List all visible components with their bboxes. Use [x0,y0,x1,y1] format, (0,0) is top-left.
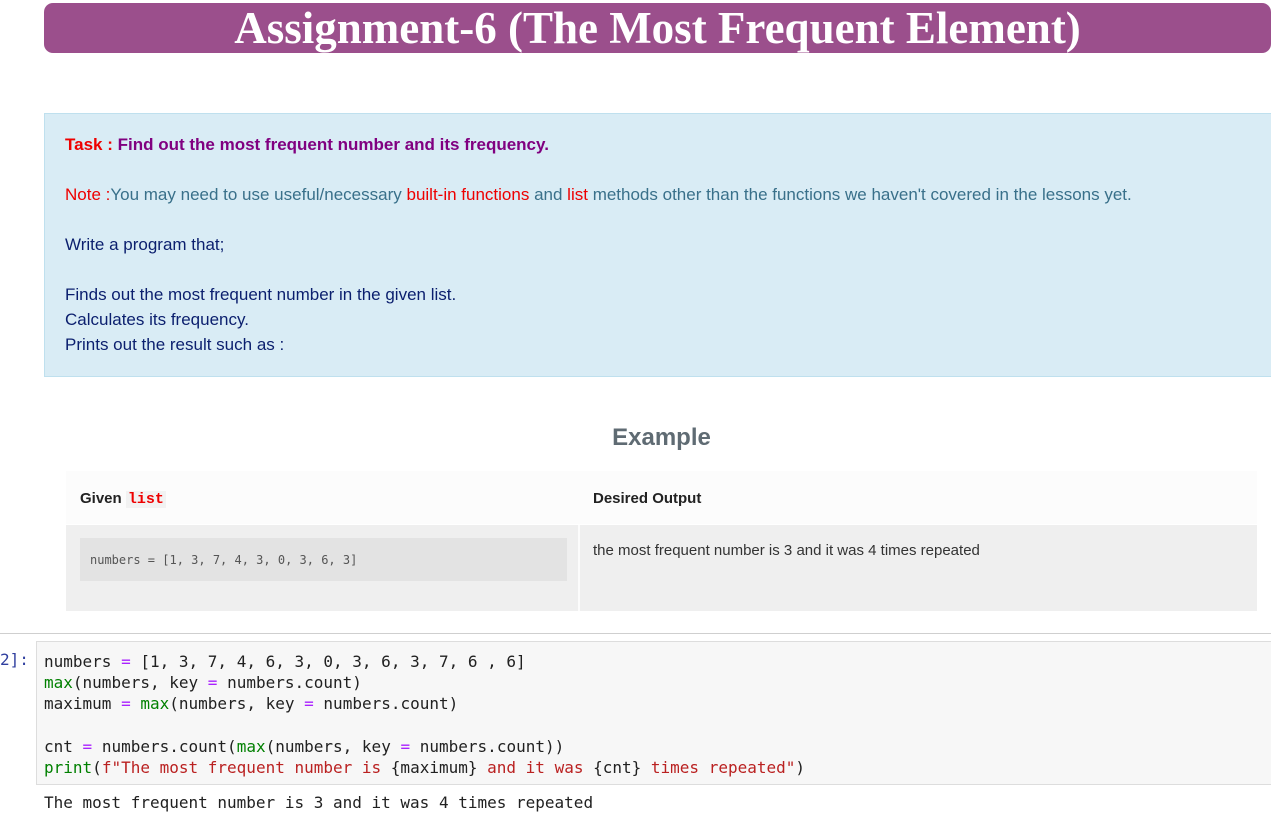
note-line: Note :You may need to use useful/necessa… [65,185,1132,205]
code-operator: = [400,737,411,756]
note-text-1: You may need to use useful/necessary [110,185,402,204]
code-token: ( [92,758,102,777]
code-builtin: print [44,758,93,777]
write-program-line: Write a program that; [65,235,225,254]
code-operator: = [82,737,93,756]
note-text-3: methods other than the functions we have… [592,185,1132,204]
code-operator: = [121,694,131,713]
code-token: (numbers, key [169,694,295,713]
code-string: f"The most frequent number is [101,758,391,777]
code-fstring-var: {cnt} [593,758,642,777]
cell-separator [0,633,1271,634]
code-builtin: max [236,737,266,756]
code-operator: = [304,694,314,713]
code-line: numbers = [1, 3, 7, 4, 6, 3, 0, 3, 6, 3,… [44,651,526,672]
code-builtin: max [44,673,73,692]
code-line: print(f"The most frequent number is {max… [44,757,805,778]
example-table-header: Given list Desired Output [66,471,1257,524]
assignment-title-banner: Assignment-6 (The Most Frequent Element) [44,3,1271,53]
code-line: maximum = max(numbers, key = numbers.cou… [44,693,458,714]
column-divider [578,525,580,611]
step-item: Finds out the most frequent number in th… [65,285,457,304]
code-token: numbers.count)) [419,737,565,756]
step-item: Prints out the result such as : [65,335,285,354]
note-label: Note : [65,185,111,204]
code-token: [1, 3, 7, 4, 6, 3, 0, 3, 6, 3, 7, 6 , 6] [140,652,526,671]
code-token: ) [795,758,806,777]
given-list-code: numbers = [1, 3, 7, 4, 3, 0, 3, 6, 3] [80,538,567,581]
note-highlight-builtin-functions: built-in functions [406,185,530,204]
code-line: max(numbers, key = numbers.count) [44,672,362,693]
code-token: numbers.count) [323,694,459,713]
code-token: (numbers, key [265,737,391,756]
cell-prompt: 2]: [0,650,29,669]
code-token: numbers [44,652,112,671]
code-operator: = [207,673,218,692]
given-label: Given [80,490,122,507]
code-token: numbers.count) [227,673,362,692]
given-list-code-word: list [125,491,166,508]
task-line: Task : Find out the most frequent number… [65,135,549,155]
code-token: (numbers, key [72,673,199,692]
task-description-box: Task : Find out the most frequent number… [44,113,1271,377]
code-operator: = [121,652,131,671]
example-heading: Example [612,424,711,451]
example-table-row: numbers = [1, 3, 7, 4, 3, 0, 3, 6, 3] th… [66,525,1257,611]
cell-output: The most frequent number is 3 and it was… [44,793,594,812]
code-token: cnt [44,737,73,756]
code-string: and it was [477,758,594,777]
given-list-header: Given list [80,490,166,508]
code-token: numbers.count( [101,737,237,756]
note-text-2: and [534,185,563,204]
desired-output-header: Desired Output [593,490,702,507]
code-token: maximum [44,694,112,713]
code-cell-input[interactable]: numbers = [1, 3, 7, 4, 6, 3, 0, 3, 6, 3,… [36,641,1271,785]
code-builtin: max [140,694,170,713]
assignment-title: Assignment-6 (The Most Frequent Element) [234,3,1081,53]
task-label: Task : [65,135,113,154]
desired-output-text: the most frequent number is 3 and it was… [593,542,980,559]
code-line: cnt = numbers.count(max(numbers, key = n… [44,736,564,757]
step-item: Calculates its frequency. [65,310,249,329]
note-highlight-list: list [567,185,588,204]
code-string: times repeated" [641,758,796,777]
task-text: Find out the most frequent number and it… [117,135,549,154]
code-fstring-var: {maximum} [390,758,478,777]
